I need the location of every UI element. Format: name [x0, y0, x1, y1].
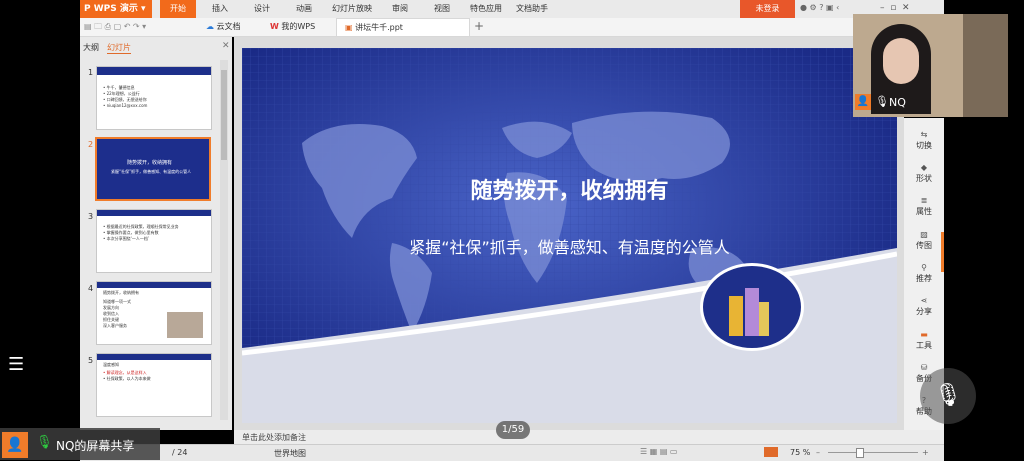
- menu-slideshow[interactable]: 幻灯片放映: [332, 0, 372, 18]
- user-avatar-icon: 👤: [855, 94, 871, 110]
- toolbox-icon: ▬: [920, 330, 928, 339]
- mic-on-icon: 🎙: [875, 95, 889, 108]
- panel-resize-handle[interactable]: [941, 232, 944, 272]
- window-controls-icon[interactable]: ● ⚙ ? ▣ ‹: [800, 3, 839, 12]
- camera-video: 👤 🎙 NQ: [853, 14, 1008, 117]
- close-panel-icon[interactable]: ✕: [222, 41, 230, 51]
- user-avatar-icon: 👤: [2, 432, 28, 458]
- page-indicator: 1/59: [496, 421, 530, 439]
- thumb-number: 5: [88, 356, 94, 365]
- slide-title[interactable]: 随势拨开，收纳拥有: [242, 173, 897, 205]
- menu-doc-assistant[interactable]: 文档助手: [516, 0, 548, 18]
- menu-view[interactable]: 视图: [434, 0, 450, 18]
- zoom-slider-handle[interactable]: [856, 448, 864, 458]
- menu-animation[interactable]: 动画: [296, 0, 312, 18]
- zoom-level: 75 %: [790, 448, 811, 457]
- tab-outline[interactable]: 大纲: [83, 42, 99, 53]
- slide-thumb-4[interactable]: 随势拨开，收纳拥有 知道哪一项一式 发展方向 收到信入 抓住关键 深入客户服务: [96, 281, 212, 345]
- app-name: WPS 演示: [93, 4, 138, 14]
- shape-icon: ◆: [920, 163, 928, 172]
- theme-name: 世界地图: [274, 449, 306, 458]
- tab-current-ppt[interactable]: ▣ 讲坛牛千.ppt: [336, 18, 470, 36]
- tool-transition[interactable]: ⇆ 切换: [904, 130, 944, 151]
- menu-start[interactable]: 开始: [160, 0, 196, 18]
- tool-tools[interactable]: ▬ 工具: [904, 330, 944, 351]
- menu-review[interactable]: 审阅: [392, 0, 408, 18]
- thumb-text: 紧握“社保”抓手，做善感知、有温度的公管人: [111, 169, 192, 174]
- thumb-number: 3: [88, 212, 94, 221]
- properties-icon: ≣: [920, 196, 928, 205]
- thumb-text: • 社保政策，以人为本来做: [103, 376, 151, 381]
- thumb-text: • niuqian12@xxx.com: [103, 103, 148, 108]
- bar-graphic-icon: [700, 263, 804, 351]
- ppt-file-icon: ▣: [345, 23, 353, 32]
- new-tab-plus-icon[interactable]: +: [474, 19, 484, 33]
- menu-list-icon[interactable]: ☰: [8, 354, 24, 375]
- thumb-number: 4: [88, 284, 94, 293]
- tool-upload-image[interactable]: ▨ 传图: [904, 230, 944, 251]
- transition-icon: ⇆: [920, 130, 928, 139]
- app-menu-button[interactable]: P WPS 演示 ▾: [80, 0, 152, 18]
- tab-my-wps[interactable]: W 我的WPS: [270, 18, 315, 36]
- zoom-slider[interactable]: [828, 452, 918, 453]
- menu-design[interactable]: 设计: [254, 0, 270, 18]
- thumb-number: 1: [88, 68, 94, 77]
- thumb-text: • 本次分享围绕‘一人一档’: [103, 236, 150, 241]
- tool-properties[interactable]: ≣ 属性: [904, 196, 944, 217]
- thumb-text: 深入客户服务: [103, 323, 127, 328]
- slide-thumb-1[interactable]: • 牛千，肇德信息 • 22年理想，公益行 • 口碑回馈，无偿送给你 • niu…: [96, 66, 212, 130]
- mic-muted-icon[interactable]: 🎙: [920, 368, 976, 424]
- screen-share-label: NQ的屏幕共享: [56, 439, 135, 453]
- thumb-number: 2: [88, 140, 94, 149]
- window-minmax-close-icon[interactable]: – ▫ ✕: [880, 3, 910, 13]
- slide-thumb-3[interactable]: • 根据最近的社保政策，理顺社保常见业务 • 掌握操作要点，做到心里有数 • 本…: [96, 209, 212, 273]
- tool-share[interactable]: ⋖ 分享: [904, 296, 944, 317]
- thumb-text: 温度感知: [103, 362, 119, 367]
- play-slideshow-icon[interactable]: [764, 447, 778, 457]
- share-icon: ⋖: [920, 296, 928, 305]
- tab-cloud-docs[interactable]: ☁ 云文档: [206, 18, 241, 36]
- menu-special[interactable]: 特色应用: [470, 0, 502, 18]
- zoom-out-icon[interactable]: –: [816, 448, 820, 457]
- cloud-icon: ☁: [206, 22, 214, 31]
- mic-green-icon: 🎙: [36, 435, 53, 450]
- slide-subtitle[interactable]: 紧握“社保”抓手，做善感知、有温度的公管人: [242, 234, 897, 258]
- zoom-in-icon[interactable]: +: [922, 448, 929, 457]
- screen-share-banner: 👤 🎙 NQ的屏幕共享: [0, 428, 160, 460]
- notes-placeholder: 单击此处添加备注: [242, 433, 306, 442]
- slide-current[interactable]: 随势拨开，收纳拥有 紧握“社保”抓手，做善感知、有温度的公管人: [242, 48, 897, 423]
- login-button[interactable]: 未登录: [740, 0, 795, 18]
- tool-shape[interactable]: ◆ 形状: [904, 163, 944, 184]
- bookshelf-background: [963, 14, 1008, 117]
- location-icon: ⚲: [921, 263, 927, 272]
- image-icon: ▨: [920, 230, 928, 239]
- slide-thumb-5[interactable]: 温度感知 • 解读理念，从是这样入 • 社保政策，以人为本来做: [96, 353, 212, 417]
- thumb-text: 随势拨开，收纳拥有: [127, 160, 173, 166]
- panel-scrollbar[interactable]: [220, 60, 228, 420]
- participant-name: NQ: [889, 96, 906, 109]
- tab-slides[interactable]: 幻灯片: [107, 42, 131, 54]
- slide-counter: / 24: [172, 448, 188, 457]
- wps-logo-icon: P: [84, 4, 91, 14]
- tool-recommend[interactable]: ⚲ 推荐: [904, 263, 944, 284]
- thumb-photo: [167, 312, 203, 338]
- menu-insert[interactable]: 插入: [212, 0, 228, 18]
- wps-w-icon: W: [270, 22, 279, 31]
- notes-area[interactable]: 单击此处添加备注: [234, 430, 944, 444]
- chevron-down-icon: ▾: [141, 4, 146, 14]
- status-bar: / 24 世界地图 ☰ ▦ ▤ ▭ 75 % – +: [80, 444, 944, 461]
- quick-access-icons[interactable]: ▤ 🗀 ⎙ ▢ ↶ ↷ ▾: [84, 21, 146, 35]
- thumb-text: 随势拨开，收纳拥有: [103, 290, 139, 295]
- view-mode-icons[interactable]: ☰ ▦ ▤ ▭: [640, 447, 677, 456]
- slide-thumb-2-selected[interactable]: 随势拨开，收纳拥有 紧握“社保”抓手，做善感知、有温度的公管人: [95, 137, 211, 201]
- face-video: [883, 38, 919, 84]
